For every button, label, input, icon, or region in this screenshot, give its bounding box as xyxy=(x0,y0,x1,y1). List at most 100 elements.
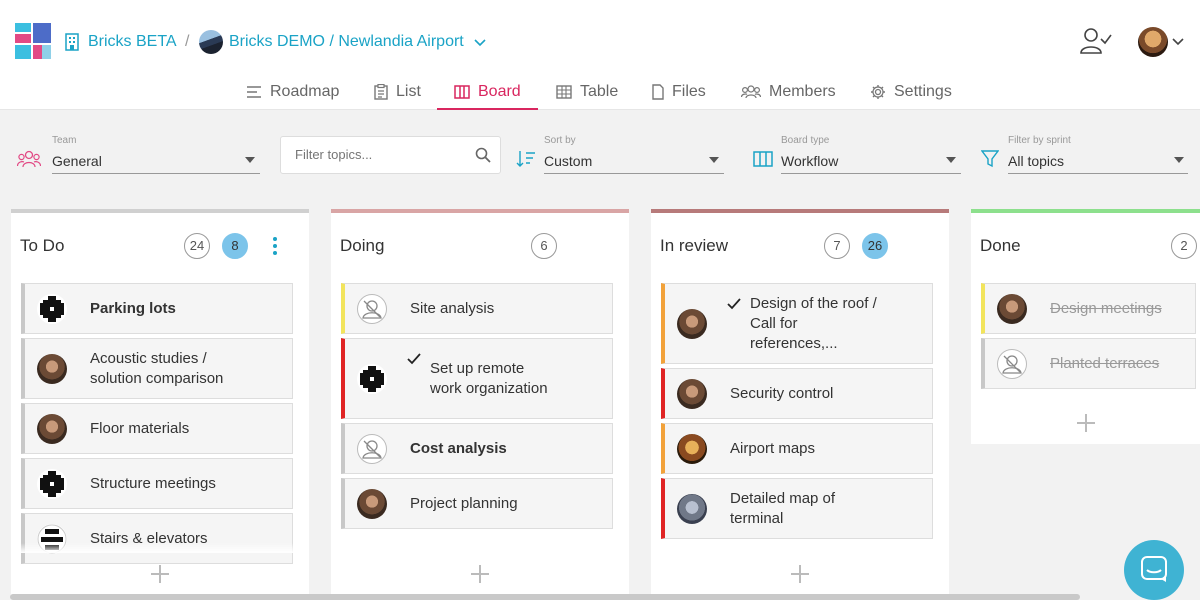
building-icon xyxy=(65,33,79,51)
more-vertical-icon[interactable] xyxy=(272,236,278,256)
chat-icon xyxy=(1141,556,1167,582)
topic-card[interactable]: Airport maps xyxy=(661,423,933,474)
topic-title: Planted terraces xyxy=(1050,354,1160,372)
tab-members[interactable]: Members xyxy=(741,74,836,110)
search-input[interactable] xyxy=(295,147,465,162)
column-title: In review xyxy=(660,236,729,255)
sprint-underline xyxy=(1008,173,1188,174)
topic-card[interactable]: Site analysis xyxy=(341,283,613,334)
sprint-dropdown-caret[interactable] xyxy=(1174,157,1184,163)
topic-card[interactable]: Set up remote work organization xyxy=(341,338,613,419)
board-type-label: Board type xyxy=(781,135,830,146)
topic-title: Design meetings xyxy=(1050,299,1162,317)
topic-title: Site analysis xyxy=(410,299,495,317)
column-done: Done 2 Design meetings Planted terraces xyxy=(971,209,1200,444)
topic-title: Airport maps xyxy=(730,439,816,457)
unassigned-user-icon xyxy=(997,348,1027,379)
sort-label: Sort by xyxy=(544,135,576,146)
breadcrumb-org[interactable]: Bricks BETA xyxy=(88,33,177,51)
team-icon xyxy=(17,150,41,168)
table-icon xyxy=(556,85,572,99)
tab-files[interactable]: Files xyxy=(652,74,706,110)
column-fade xyxy=(331,543,629,553)
column-fade xyxy=(11,543,309,553)
topic-card[interactable]: Cost analysis xyxy=(341,423,613,474)
file-icon xyxy=(652,84,664,100)
topic-card[interactable]: Detailed map of terminal xyxy=(661,478,933,539)
top-bar: Bricks BETA / Bricks DEMO / Newlandia Ai… xyxy=(0,0,1200,110)
chevron-down-icon[interactable] xyxy=(473,38,487,48)
search-icon[interactable] xyxy=(475,147,491,163)
topic-card[interactable]: Structure meetings xyxy=(21,458,293,509)
sort-underline xyxy=(544,173,724,174)
topic-count: 2 xyxy=(1171,233,1197,259)
column-doing: Doing 6 Site analysis Set up remote work or… xyxy=(331,209,629,600)
topic-card[interactable]: Acoustic studies / solution comparison xyxy=(21,338,293,399)
avatar xyxy=(677,493,707,524)
avatar xyxy=(37,353,67,384)
avatar xyxy=(997,293,1027,324)
roadmap-icon xyxy=(247,86,261,98)
bricks-logo[interactable] xyxy=(15,23,51,59)
list-icon xyxy=(374,84,388,100)
team-select[interactable]: General xyxy=(52,153,102,169)
sort-dropdown-caret[interactable] xyxy=(709,157,719,163)
horizontal-scrollbar[interactable] xyxy=(10,594,1080,600)
topic-title: Set up remote work organization xyxy=(430,359,548,397)
tab-board[interactable]: Board xyxy=(454,74,521,110)
topic-card[interactable]: Planted terraces xyxy=(981,338,1196,389)
avatar xyxy=(677,308,707,339)
avatar xyxy=(677,433,707,464)
sort-select[interactable]: Custom xyxy=(544,153,592,169)
sort-icon xyxy=(516,151,535,167)
chat-button[interactable] xyxy=(1124,540,1184,600)
add-topic-button[interactable] xyxy=(1076,413,1096,433)
topic-card[interactable]: Parking lots xyxy=(21,283,293,334)
filter-icon xyxy=(981,150,999,168)
chevron-down-icon[interactable] xyxy=(1171,37,1185,47)
add-topic-button[interactable] xyxy=(790,564,810,584)
checkmark-icon xyxy=(407,353,421,365)
user-check-icon[interactable] xyxy=(1079,27,1113,55)
team-underline xyxy=(52,173,260,174)
topic-count: 24 xyxy=(184,233,210,259)
topic-title: Parking lots xyxy=(90,299,176,317)
column-title: Done xyxy=(980,236,1021,255)
tab-table[interactable]: Table xyxy=(556,74,618,110)
board-type-select[interactable]: Workflow xyxy=(781,153,838,169)
project-avatar xyxy=(199,30,223,54)
board-type-dropdown-caret[interactable] xyxy=(946,157,956,163)
topic-card[interactable]: Project planning xyxy=(341,478,613,529)
topic-count: 6 xyxy=(531,233,557,259)
column-to-do: To Do 24 8 Parking lots Acoustic studies / s… xyxy=(11,209,309,600)
topic-title: Project planning xyxy=(410,494,518,512)
topic-card[interactable]: Security control xyxy=(661,368,933,419)
avatar xyxy=(677,378,707,409)
task-count: 8 xyxy=(222,233,248,259)
user-avatar[interactable] xyxy=(1138,27,1168,57)
team-dropdown-caret[interactable] xyxy=(245,157,255,163)
topic-count: 7 xyxy=(824,233,850,259)
topic-card[interactable]: Floor materials xyxy=(21,403,293,454)
add-topic-button[interactable] xyxy=(470,564,490,584)
topic-card[interactable]: Design meetings xyxy=(981,283,1196,334)
tab-list[interactable]: List xyxy=(374,74,421,110)
avatar xyxy=(357,363,387,394)
sprint-label: Filter by sprint xyxy=(1008,135,1071,146)
tab-label: Files xyxy=(672,83,706,100)
topic-title: Design of the roof / Call for references… xyxy=(750,294,877,352)
tab-label: Board xyxy=(478,83,521,100)
breadcrumb-separator: / xyxy=(185,33,190,50)
topic-card[interactable]: Design of the roof / Call for references… xyxy=(661,283,933,364)
sprint-select[interactable]: All topics xyxy=(1008,153,1064,169)
search-box[interactable] xyxy=(280,136,501,174)
avatar xyxy=(37,468,67,499)
tab-roadmap[interactable]: Roadmap xyxy=(246,74,339,110)
topic-card[interactable]: Stairs & elevators xyxy=(21,513,293,564)
gear-icon xyxy=(871,85,885,99)
task-count: 26 xyxy=(862,233,888,259)
breadcrumb-project[interactable]: Bricks DEMO / Newlandia Airport xyxy=(229,33,464,51)
tab-settings[interactable]: Settings xyxy=(870,74,952,110)
add-topic-button[interactable] xyxy=(150,564,170,584)
topic-title: Cost analysis xyxy=(410,439,507,457)
